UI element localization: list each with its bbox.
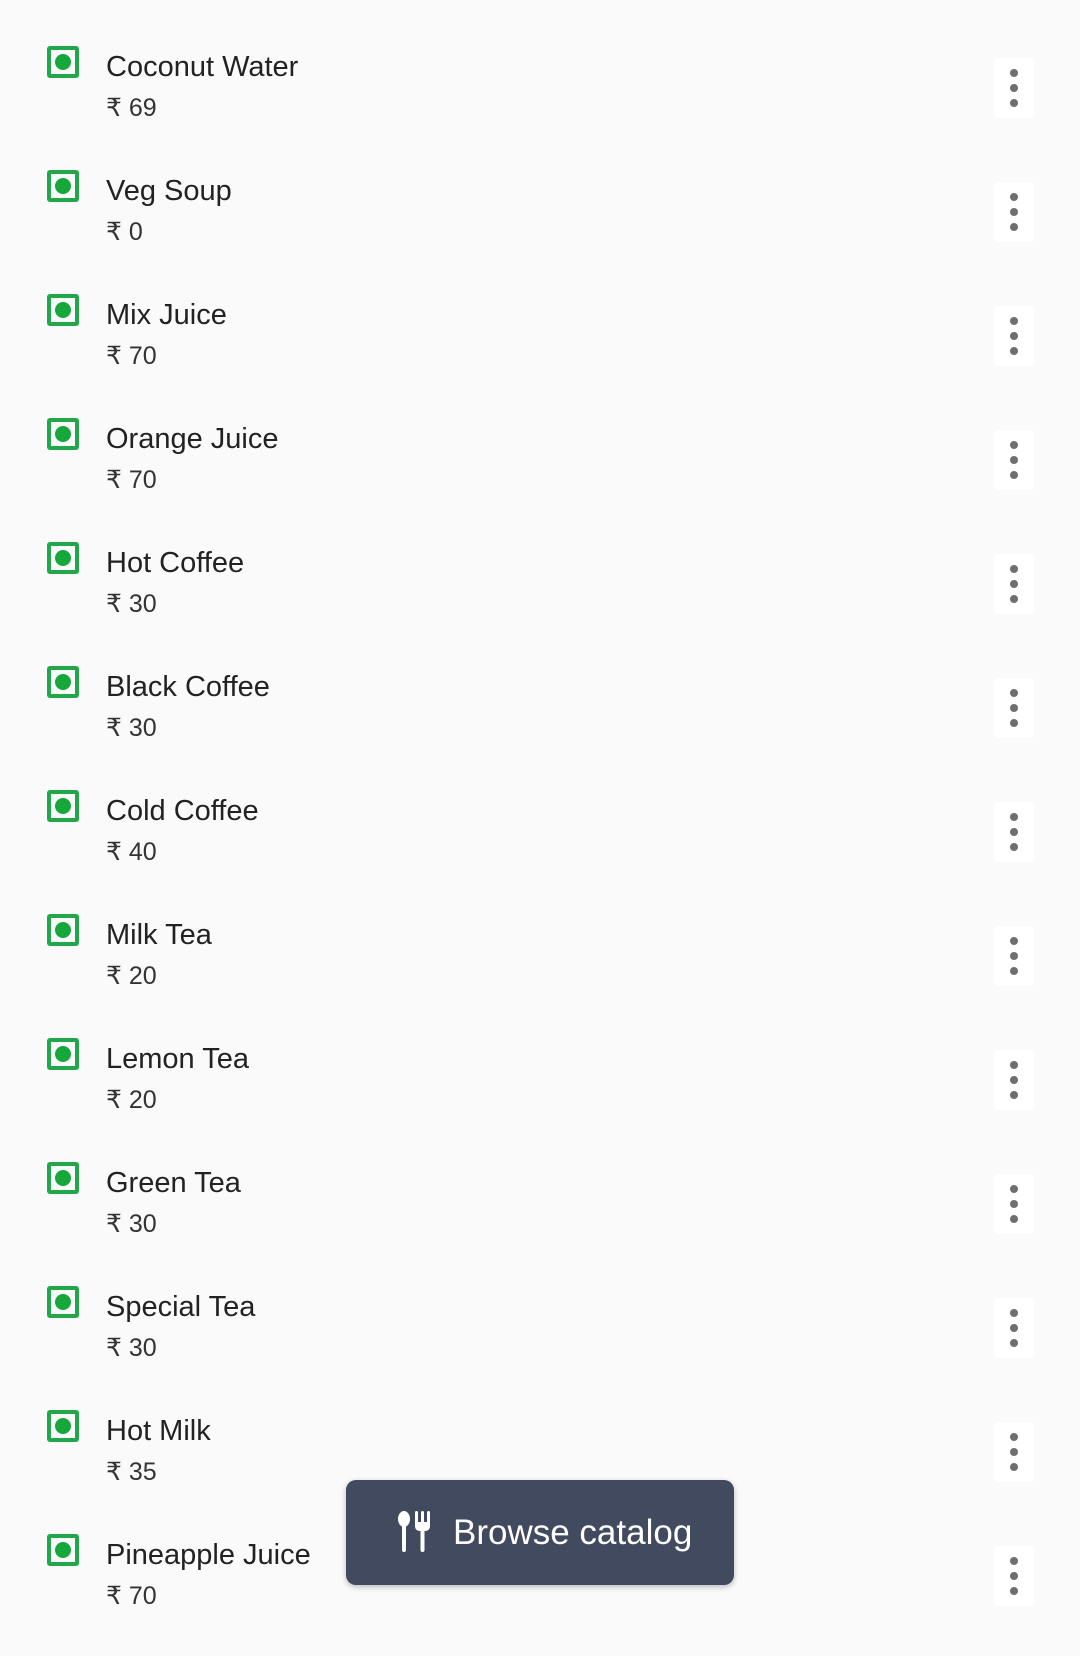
veg-indicator-icon (47, 914, 79, 946)
item-name: Black Coffee (106, 671, 270, 703)
more-vertical-icon (1010, 689, 1018, 727)
more-vertical-icon (1010, 317, 1018, 355)
item-price: ₹ 20 (106, 962, 157, 990)
item-price: ₹ 35 (106, 1458, 157, 1486)
list-item[interactable]: Coconut Water ₹ 69 (0, 0, 1080, 124)
veg-indicator-icon (47, 1410, 79, 1442)
item-menu-button[interactable] (994, 430, 1034, 490)
more-vertical-icon (1010, 1433, 1018, 1471)
item-name: Milk Tea (106, 919, 212, 951)
more-vertical-icon (1010, 813, 1018, 851)
item-price: ₹ 70 (106, 1582, 157, 1610)
item-menu-button[interactable] (994, 182, 1034, 242)
item-price: ₹ 70 (106, 342, 157, 370)
list-item[interactable]: Black Coffee ₹ 30 (0, 620, 1080, 744)
item-price: ₹ 69 (106, 94, 157, 122)
item-price: ₹ 30 (106, 1334, 157, 1362)
item-menu-button[interactable] (994, 1298, 1034, 1358)
veg-indicator-icon (47, 542, 79, 574)
item-menu-button[interactable] (994, 306, 1034, 366)
item-name: Green Tea (106, 1167, 241, 1199)
veg-indicator-icon (47, 666, 79, 698)
more-vertical-icon (1010, 1185, 1018, 1223)
item-name: Veg Soup (106, 175, 232, 207)
browse-catalog-button[interactable]: Browse catalog (346, 1480, 734, 1585)
fork-spoon-icon (398, 1511, 430, 1552)
more-vertical-icon (1010, 1557, 1018, 1595)
list-item[interactable]: Lemon Tea ₹ 20 (0, 992, 1080, 1116)
veg-indicator-icon (47, 46, 79, 78)
veg-indicator-icon (47, 1534, 79, 1566)
item-name: Mix Juice (106, 299, 227, 331)
item-price: ₹ 20 (106, 1086, 157, 1114)
more-vertical-icon (1010, 565, 1018, 603)
veg-indicator-icon (47, 170, 79, 202)
more-vertical-icon (1010, 1309, 1018, 1347)
item-menu-button[interactable] (994, 678, 1034, 738)
item-price: ₹ 30 (106, 714, 157, 742)
veg-indicator-icon (47, 1038, 79, 1070)
item-menu-button[interactable] (994, 1050, 1034, 1110)
item-menu-button[interactable] (994, 1546, 1034, 1606)
item-menu-button[interactable] (994, 554, 1034, 614)
list-item[interactable]: Hot Milk ₹ 35 (0, 1364, 1080, 1488)
veg-indicator-icon (47, 1286, 79, 1318)
list-item[interactable]: Veg Soup ₹ 0 (0, 124, 1080, 248)
item-name: Orange Juice (106, 423, 279, 455)
item-price: ₹ 0 (106, 218, 143, 246)
item-price: ₹ 30 (106, 590, 157, 618)
browse-catalog-label: Browse catalog (453, 1513, 693, 1552)
more-vertical-icon (1010, 937, 1018, 975)
veg-indicator-icon (47, 1162, 79, 1194)
more-vertical-icon (1010, 441, 1018, 479)
item-price: ₹ 30 (106, 1210, 157, 1238)
veg-indicator-icon (47, 790, 79, 822)
list-item[interactable]: Mix Juice ₹ 70 (0, 248, 1080, 372)
item-menu-button[interactable] (994, 1174, 1034, 1234)
veg-indicator-icon (47, 294, 79, 326)
item-name: Hot Milk (106, 1415, 211, 1447)
item-name: Coconut Water (106, 51, 299, 83)
item-menu-button[interactable] (994, 802, 1034, 862)
list-item[interactable]: Milk Tea ₹ 20 (0, 868, 1080, 992)
item-menu-button[interactable] (994, 1422, 1034, 1482)
item-name: Cold Coffee (106, 795, 259, 827)
item-name: Hot Coffee (106, 547, 245, 579)
item-name: Lemon Tea (106, 1043, 249, 1075)
list-item[interactable]: Cold Coffee ₹ 40 (0, 744, 1080, 868)
menu-item-list: Coconut Water ₹ 69 Veg Soup ₹ 0 Mix Juic… (0, 0, 1080, 1656)
item-menu-button[interactable] (994, 58, 1034, 118)
more-vertical-icon (1010, 1061, 1018, 1099)
list-item[interactable]: Hot Coffee ₹ 30 (0, 496, 1080, 620)
item-price: ₹ 40 (106, 838, 157, 866)
more-vertical-icon (1010, 69, 1018, 107)
more-vertical-icon (1010, 193, 1018, 231)
veg-indicator-icon (47, 418, 79, 450)
list-item[interactable]: Orange Juice ₹ 70 (0, 372, 1080, 496)
item-name: Pineapple Juice (106, 1539, 311, 1571)
list-item[interactable]: Green Tea ₹ 30 (0, 1116, 1080, 1240)
list-item[interactable]: Special Tea ₹ 30 (0, 1240, 1080, 1364)
item-price: ₹ 70 (106, 466, 157, 494)
item-menu-button[interactable] (994, 926, 1034, 986)
item-name: Special Tea (106, 1291, 256, 1323)
